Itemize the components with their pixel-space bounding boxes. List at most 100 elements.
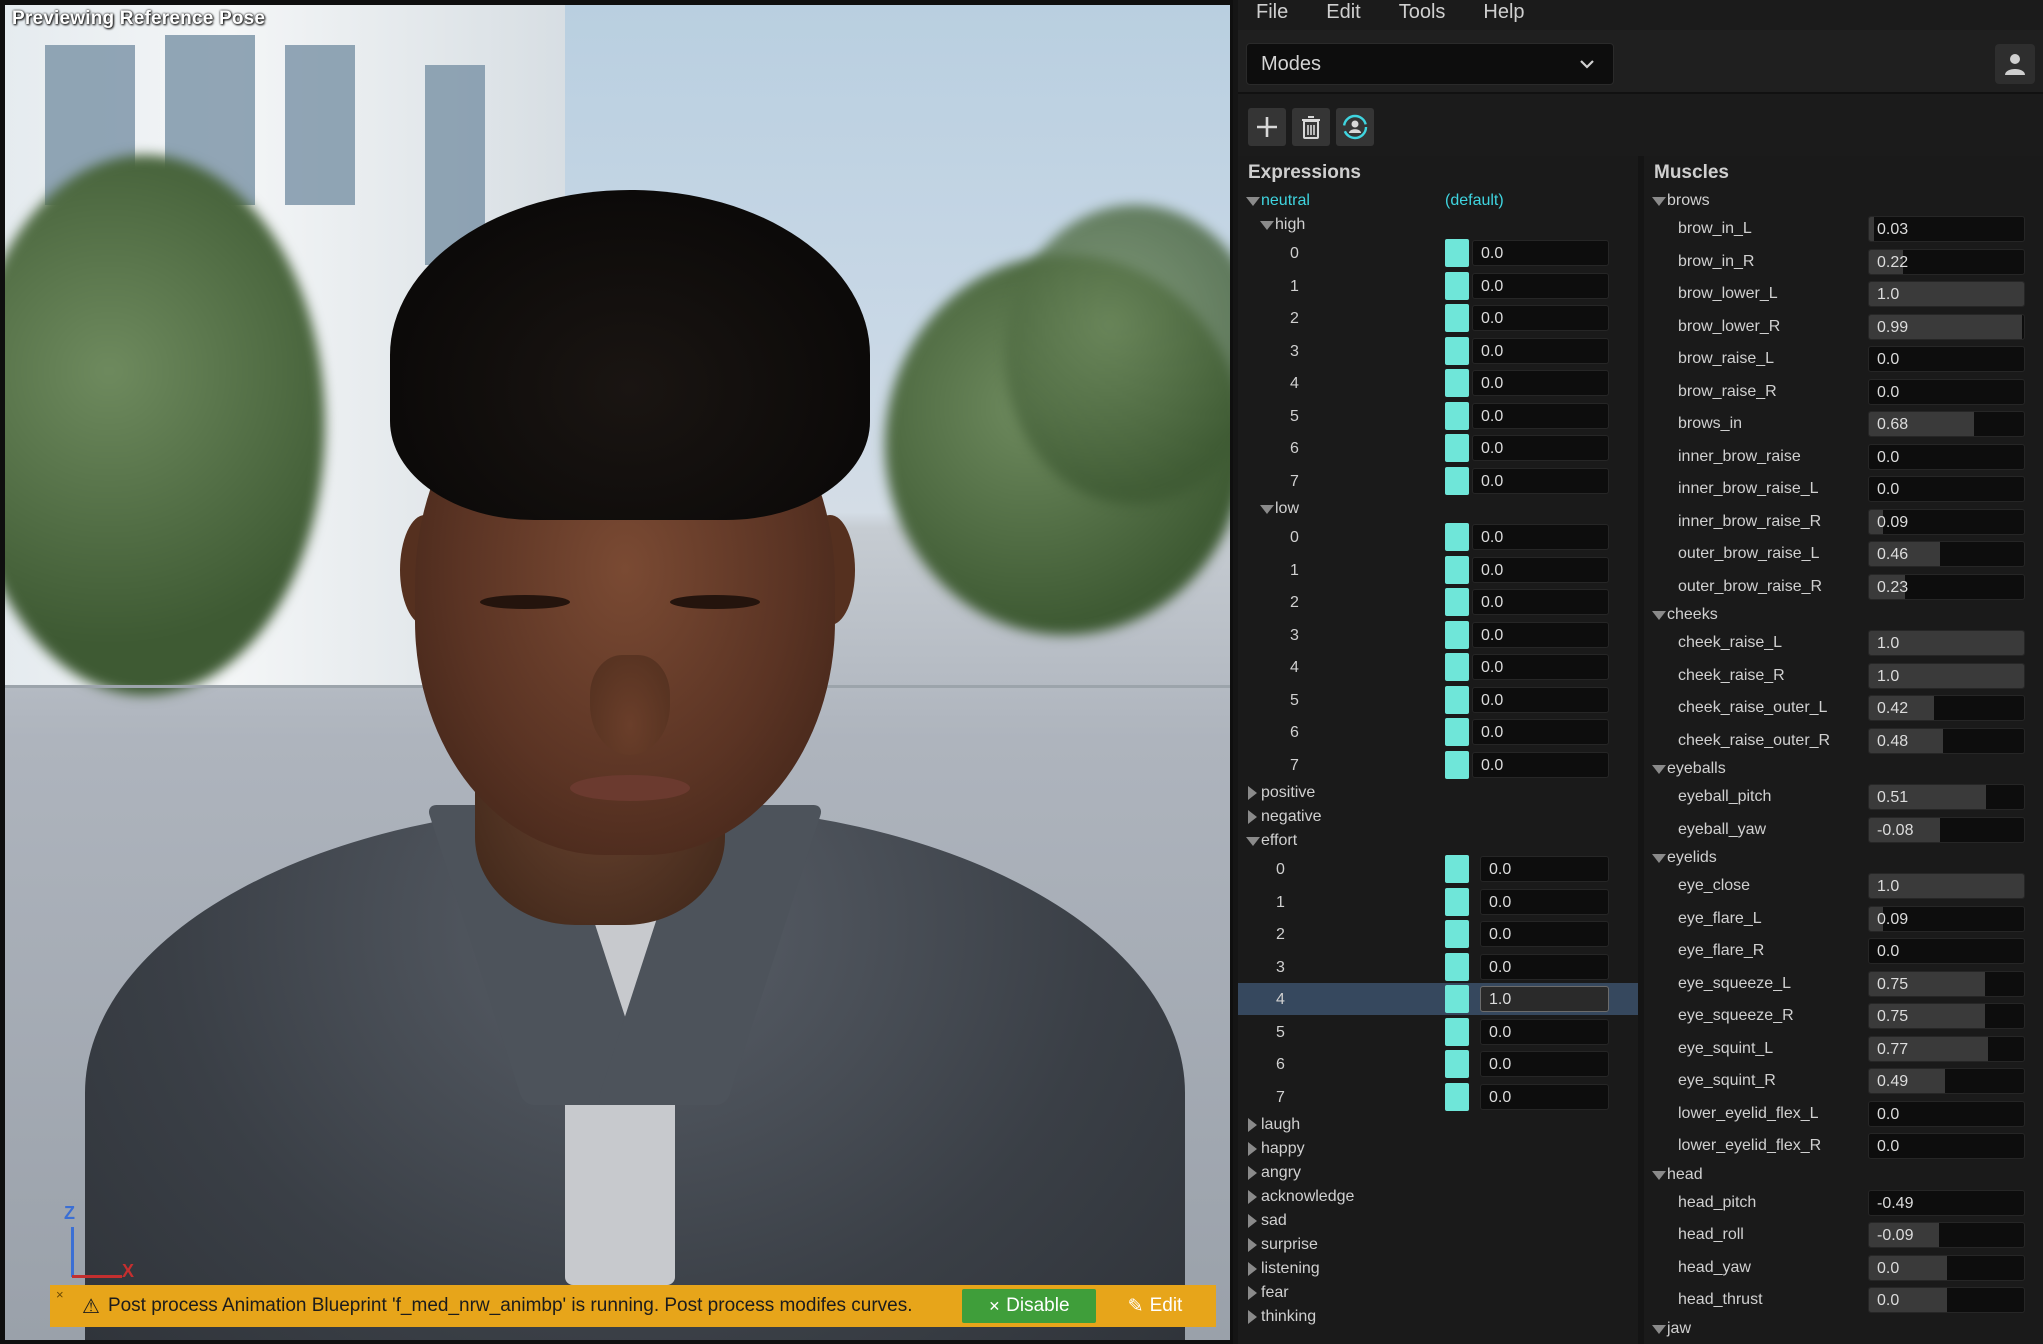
muscle-group-row[interactable]: eyeballs bbox=[1644, 757, 2043, 781]
caret-right-icon[interactable] bbox=[1248, 1286, 1257, 1300]
muscle-row[interactable]: brow_raise_L 0.0 bbox=[1644, 343, 2043, 375]
expression-item-row[interactable]: 3 0.0 bbox=[1238, 619, 1640, 651]
expression-item-row[interactable]: 6 0.0 bbox=[1238, 432, 1640, 464]
caret-down-icon[interactable] bbox=[1260, 221, 1274, 230]
muscle-row[interactable]: brow_in_R 0.22 bbox=[1644, 246, 2043, 278]
viewport[interactable]: Previewing Reference Pose Z X × ⚠ Post p… bbox=[0, 0, 1233, 1344]
expression-group-row[interactable]: surprise bbox=[1238, 1233, 1640, 1257]
muscle-row[interactable]: outer_brow_raise_R 0.23 bbox=[1644, 571, 2043, 603]
muscle-row[interactable]: eye_squeeze_L 0.75 bbox=[1644, 968, 2043, 1000]
muscle-slider[interactable]: 0.77 bbox=[1868, 1035, 2025, 1062]
muscle-row[interactable]: outer_brow_raise_L 0.46 bbox=[1644, 538, 2043, 570]
muscle-row[interactable]: eyeball_pitch 0.51 bbox=[1644, 781, 2043, 813]
caret-right-icon[interactable] bbox=[1248, 1166, 1257, 1180]
expression-group-row[interactable]: listening bbox=[1238, 1257, 1640, 1281]
color-swatch[interactable] bbox=[1445, 466, 1469, 495]
color-swatch[interactable] bbox=[1445, 1082, 1469, 1111]
caret-down-icon[interactable] bbox=[1652, 854, 1666, 863]
weight-field[interactable]: 0.0 bbox=[1480, 888, 1609, 915]
color-swatch[interactable] bbox=[1445, 985, 1469, 1013]
expression-item-row[interactable]: 2 0.0 bbox=[1238, 302, 1640, 334]
weight-field[interactable]: 0.0 bbox=[1472, 370, 1609, 396]
muscle-slider[interactable]: 0.09 bbox=[1868, 508, 2025, 535]
caret-down-icon[interactable] bbox=[1246, 837, 1260, 846]
muscle-row[interactable]: brow_lower_L 1.0 bbox=[1644, 278, 2043, 310]
weight-field[interactable]: 0.0 bbox=[1472, 305, 1609, 331]
caret-right-icon[interactable] bbox=[1248, 786, 1257, 800]
expression-group-row[interactable]: effort bbox=[1238, 829, 1640, 853]
weight-field[interactable]: 1.0 bbox=[1480, 986, 1609, 1012]
muscle-slider[interactable]: 0.0 bbox=[1868, 938, 2025, 964]
muscle-slider[interactable]: -0.09 bbox=[1868, 1222, 2025, 1248]
menu-help[interactable]: Help bbox=[1465, 0, 1524, 30]
muscle-slider[interactable]: 1.0 bbox=[1868, 281, 2025, 307]
expression-group-row[interactable]: laugh bbox=[1238, 1113, 1640, 1137]
muscle-slider[interactable]: 0.42 bbox=[1868, 695, 2025, 721]
refresh-character-button[interactable] bbox=[1336, 108, 1374, 146]
caret-down-icon[interactable] bbox=[1652, 1170, 1666, 1180]
muscle-slider[interactable]: 0.75 bbox=[1868, 970, 2025, 997]
color-swatch[interactable] bbox=[1445, 1017, 1469, 1046]
caret-down-icon[interactable] bbox=[1652, 611, 1666, 620]
muscle-row[interactable]: eyeball_yaw -0.08 bbox=[1644, 814, 2043, 846]
color-swatch[interactable] bbox=[1445, 336, 1469, 365]
expression-group-row[interactable]: fear bbox=[1238, 1281, 1640, 1305]
muscle-slider[interactable]: 1.0 bbox=[1868, 662, 2025, 689]
expression-group-row[interactable]: thinking bbox=[1238, 1305, 1640, 1329]
caret-right-icon[interactable] bbox=[1248, 810, 1257, 824]
muscle-group-row[interactable]: cheeks bbox=[1644, 603, 2043, 627]
expression-item-row[interactable]: 0 0.0 bbox=[1238, 521, 1640, 553]
muscle-slider[interactable]: 0.09 bbox=[1868, 905, 2025, 932]
menu-edit[interactable]: Edit bbox=[1308, 0, 1360, 30]
color-swatch[interactable] bbox=[1445, 304, 1469, 332]
expression-item-row[interactable]: 7 0.0 bbox=[1238, 465, 1640, 497]
muscle-slider[interactable]: 0.68 bbox=[1868, 411, 2025, 437]
muscle-slider[interactable]: -0.49 bbox=[1868, 1189, 2025, 1216]
expression-group-row[interactable]: happy bbox=[1238, 1137, 1640, 1161]
muscle-slider[interactable]: 0.23 bbox=[1868, 573, 2025, 600]
color-swatch[interactable] bbox=[1445, 952, 1469, 981]
muscle-slider[interactable]: 0.99 bbox=[1868, 313, 2025, 340]
expression-group-row[interactable]: low bbox=[1238, 497, 1640, 521]
weight-field[interactable]: 0.0 bbox=[1472, 719, 1609, 745]
expression-item-row[interactable]: 7 0.0 bbox=[1238, 749, 1640, 781]
color-swatch[interactable] bbox=[1445, 685, 1469, 714]
muscle-row[interactable]: eye_close 1.0 bbox=[1644, 870, 2043, 902]
user-profile-button[interactable] bbox=[1995, 44, 2035, 84]
caret-right-icon[interactable] bbox=[1248, 1310, 1257, 1324]
color-swatch[interactable] bbox=[1445, 523, 1469, 551]
color-swatch[interactable] bbox=[1445, 653, 1469, 681]
weight-field[interactable]: 0.0 bbox=[1472, 337, 1609, 364]
muscle-slider[interactable]: 0.49 bbox=[1868, 1068, 2025, 1094]
weight-field[interactable]: 0.0 bbox=[1480, 1051, 1609, 1077]
weight-field[interactable]: 0.0 bbox=[1472, 654, 1609, 680]
menu-tools[interactable]: Tools bbox=[1381, 0, 1446, 30]
expression-item-row[interactable]: 3 0.0 bbox=[1238, 335, 1640, 367]
muscle-slider[interactable]: 0.75 bbox=[1868, 1003, 2025, 1029]
expression-item-row[interactable]: 5 0.0 bbox=[1238, 684, 1640, 716]
color-swatch[interactable] bbox=[1445, 588, 1469, 616]
muscle-slider[interactable]: 0.22 bbox=[1868, 248, 2025, 275]
expression-group-row[interactable]: sad bbox=[1238, 1209, 1640, 1233]
muscle-slider[interactable]: 1.0 bbox=[1868, 873, 2025, 899]
weight-field[interactable]: 0.0 bbox=[1480, 1018, 1609, 1045]
muscle-row[interactable]: brow_lower_R 0.99 bbox=[1644, 311, 2043, 343]
expression-item-row[interactable]: 0 0.0 bbox=[1238, 237, 1640, 269]
expression-group-row[interactable]: negative bbox=[1238, 805, 1640, 829]
muscle-row[interactable]: inner_brow_raise 0.0 bbox=[1644, 441, 2043, 473]
weight-field[interactable]: 0.0 bbox=[1480, 953, 1609, 980]
expression-item-row[interactable]: 4 0.0 bbox=[1238, 651, 1640, 683]
muscle-slider[interactable]: 0.0 bbox=[1868, 346, 2025, 372]
muscle-slider[interactable]: 0.0 bbox=[1868, 1100, 2025, 1127]
muscle-row[interactable]: brows_in 0.68 bbox=[1644, 408, 2043, 440]
muscle-row[interactable]: inner_brow_raise_L 0.0 bbox=[1644, 473, 2043, 505]
muscle-row[interactable]: head_yaw 0.0 bbox=[1644, 1252, 2043, 1284]
caret-down-icon[interactable] bbox=[1652, 197, 1666, 206]
weight-field[interactable]: 0.0 bbox=[1472, 751, 1609, 778]
muscle-row[interactable]: head_pitch -0.49 bbox=[1644, 1187, 2043, 1219]
color-swatch[interactable] bbox=[1445, 239, 1469, 267]
muscle-row[interactable]: lower_eyelid_flex_R 0.0 bbox=[1644, 1130, 2043, 1162]
muscle-slider[interactable]: -0.08 bbox=[1868, 816, 2025, 843]
add-expression-button[interactable] bbox=[1248, 108, 1286, 146]
muscle-row[interactable]: cheek_raise_outer_R 0.48 bbox=[1644, 725, 2043, 757]
